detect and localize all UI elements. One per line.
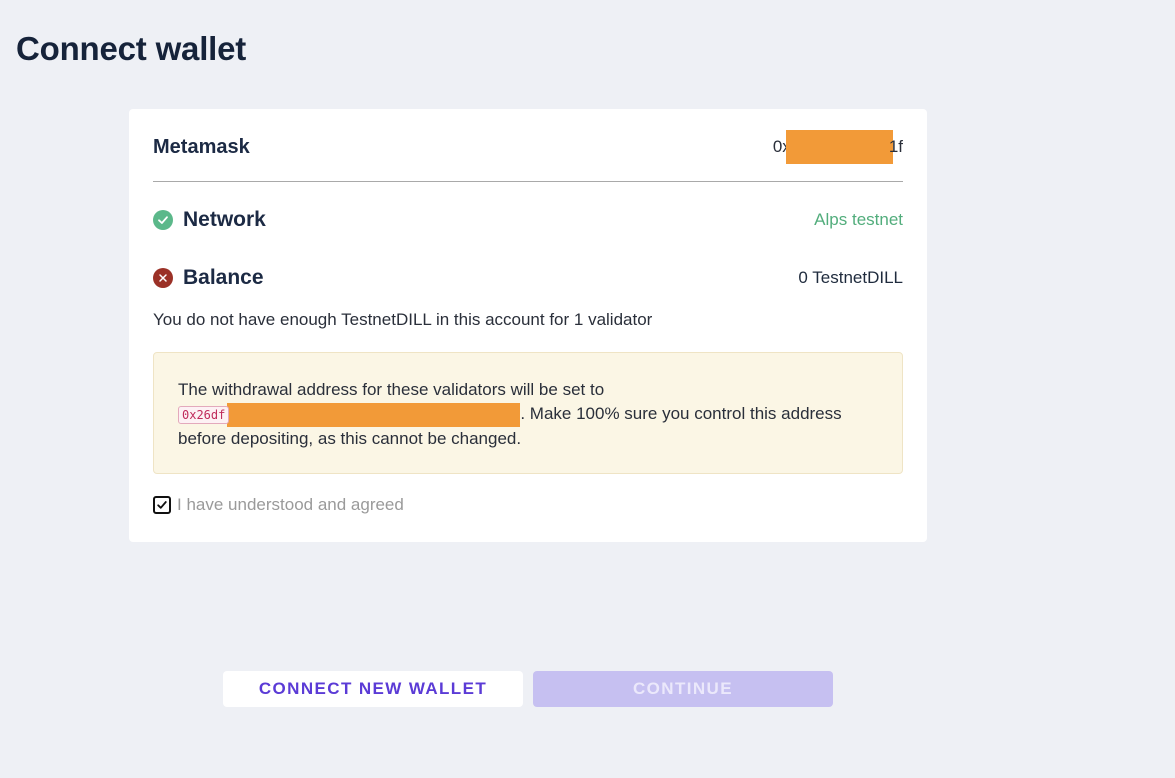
notice-text-1: The withdrawal address for these validat… xyxy=(178,380,605,399)
withdrawal-notice: The withdrawal address for these validat… xyxy=(153,352,903,474)
balance-row: Balance 0 TestnetDILL xyxy=(153,265,903,291)
insufficient-balance-message: You do not have enough TestnetDILL in th… xyxy=(153,310,653,329)
agreement-checkbox[interactable] xyxy=(153,496,171,514)
checkmark-icon xyxy=(157,501,167,509)
balance-value: 0 TestnetDILL xyxy=(798,268,903,287)
divider xyxy=(153,181,903,182)
redaction-mask xyxy=(785,130,893,164)
wallet-address-suffix: 1f xyxy=(888,137,903,156)
continue-button[interactable]: CONTINUE xyxy=(533,671,833,707)
network-value: Alps testnet xyxy=(814,210,903,229)
withdrawal-address-prefix: 0x26df xyxy=(182,407,226,422)
wallet-card: Metamask 0x 1f Network Alps testnet Bala… xyxy=(129,109,927,542)
network-label: Network xyxy=(183,208,266,231)
agreement[interactable]: I have understood and agreed xyxy=(153,495,404,515)
page-title: Connect wallet xyxy=(16,30,247,67)
wallet-row: Metamask 0x 1f xyxy=(153,130,903,164)
balance-label: Balance xyxy=(183,266,264,289)
check-circle-icon xyxy=(153,210,173,230)
network-row: Network Alps testnet xyxy=(153,207,903,233)
x-circle-icon xyxy=(153,268,173,288)
redaction-mask xyxy=(227,402,521,427)
wallet-address: 0x 1f xyxy=(773,130,903,164)
agreement-label: I have understood and agreed xyxy=(177,495,404,514)
connect-new-wallet-button[interactable]: CONNECT NEW WALLET xyxy=(223,671,523,707)
withdrawal-address: 0x26df xyxy=(178,405,230,424)
wallet-name: Metamask xyxy=(153,135,250,158)
